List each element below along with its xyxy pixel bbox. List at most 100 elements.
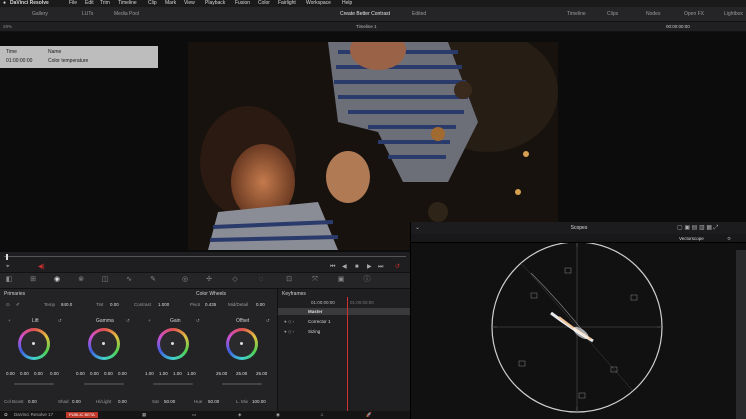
menu-app[interactable]: DaVinci Resolve: [10, 0, 49, 7]
info-icon[interactable]: ⓘ: [362, 275, 372, 285]
gamma-r-value[interactable]: 0.00: [90, 371, 99, 376]
blur-icon[interactable]: ◌: [256, 275, 266, 285]
lift-b-value[interactable]: 0.00: [50, 371, 59, 376]
edit-page-icon[interactable]: ▭: [192, 411, 196, 419]
sizing-toggle-icon[interactable]: ● ◇ ›: [284, 329, 294, 335]
scrub-playhead[interactable]: [6, 254, 8, 260]
gain-master-slider[interactable]: [153, 383, 193, 385]
shad-field[interactable]: 0.00: [72, 399, 81, 404]
menu-view[interactable]: View: [184, 0, 195, 7]
lift-reset-icon[interactable]: ↺: [58, 318, 62, 324]
lift-wheel-handle[interactable]: [32, 342, 35, 345]
window-icon[interactable]: ◎: [180, 275, 190, 285]
menu-help[interactable]: Help: [342, 0, 352, 7]
zoom-level[interactable]: 28%: [3, 22, 12, 32]
viewer-frame[interactable]: [188, 42, 558, 250]
deliver-page-icon[interactable]: 🚀: [366, 411, 372, 419]
menu-fusion[interactable]: Fusion: [235, 0, 250, 7]
rgb-mixer-icon[interactable]: ⊗: [76, 275, 86, 285]
gain-r-value[interactable]: 1.00: [159, 371, 168, 376]
mode-selector[interactable]: Color Wheels: [196, 291, 226, 297]
fusion-page-icon[interactable]: ◈: [238, 411, 241, 419]
pointer-icon[interactable]: ⌖: [6, 262, 9, 273]
gamma-reset-icon[interactable]: ↺: [126, 318, 130, 324]
gamma-y-value[interactable]: 0.00: [76, 371, 85, 376]
reset-icon[interactable]: ⊙: [6, 302, 10, 308]
layout-icons[interactable]: ▢ ▣ ▤ ▥ ▦ ⤢: [677, 224, 718, 232]
timeline-selector[interactable]: Timeline 1: [356, 22, 377, 32]
sat-field[interactable]: 50.00: [164, 399, 175, 404]
offset-g-value[interactable]: 25.00: [236, 371, 247, 376]
lift-master-slider[interactable]: [14, 383, 54, 385]
gain-g-value[interactable]: 1.00: [173, 371, 182, 376]
luts-button[interactable]: LUTs: [82, 7, 93, 22]
corrector-toggle-icon[interactable]: ● ◇ ›: [284, 319, 294, 325]
camera-raw-icon[interactable]: ◧: [4, 275, 14, 285]
offset-b-value[interactable]: 25.00: [256, 371, 267, 376]
tint-field[interactable]: 0.00: [110, 302, 119, 307]
lift-g-value[interactable]: 0.00: [34, 371, 43, 376]
offset-wheel-handle[interactable]: [240, 342, 243, 345]
offset-reset-icon[interactable]: ↺: [266, 318, 270, 324]
gallery-button[interactable]: Gallery: [32, 7, 48, 22]
menu-trim[interactable]: Trim: [100, 0, 110, 7]
menu-playback[interactable]: Playback: [205, 0, 225, 7]
lift-r-value[interactable]: 0.00: [20, 371, 29, 376]
magic-mask-icon[interactable]: ◇: [230, 275, 240, 285]
sizing-icon[interactable]: ⤧: [310, 275, 320, 285]
color-wheels-icon[interactable]: ◉: [52, 275, 62, 285]
gain-y-value[interactable]: 1.00: [145, 371, 154, 376]
colboost-field[interactable]: 0.00: [28, 399, 37, 404]
scope-settings-icon[interactable]: ⚙: [727, 234, 731, 243]
gamma-wheel-handle[interactable]: [102, 342, 105, 345]
nodes-button[interactable]: Nodes: [646, 7, 660, 22]
color-page-icon[interactable]: ◉: [276, 411, 280, 419]
gain-reset-icon[interactable]: ↺: [196, 318, 200, 324]
menu-color[interactable]: Color: [258, 0, 270, 7]
curves-icon[interactable]: ∿: [124, 275, 134, 285]
motion-effects-icon[interactable]: ◫: [100, 275, 110, 285]
openfx-button[interactable]: Open FX: [684, 7, 704, 22]
reverse-icon[interactable]: ◀: [342, 262, 347, 273]
play-icon[interactable]: ▶: [367, 262, 372, 273]
lmix-field[interactable]: 100.00: [252, 399, 266, 404]
collapse-icon[interactable]: ⌄: [415, 224, 420, 231]
skip-forward-icon[interactable]: ⏭: [378, 262, 383, 273]
media-pool-button[interactable]: Media Pool: [114, 7, 139, 22]
gain-crosshair-icon[interactable]: +: [148, 318, 151, 323]
master-track[interactable]: [278, 308, 410, 315]
clips-button[interactable]: Clips: [607, 7, 618, 22]
temp-field[interactable]: 840.0: [61, 302, 72, 307]
audio-icon[interactable]: ◀): [38, 262, 45, 273]
lightbox-button[interactable]: Lightbox: [724, 7, 743, 22]
scrub-bar[interactable]: [0, 252, 410, 262]
keyframe-playhead[interactable]: [347, 297, 348, 411]
lift-crosshair-icon[interactable]: +: [8, 318, 11, 323]
gamma-b-value[interactable]: 0.00: [118, 371, 127, 376]
fairlight-page-icon[interactable]: ♫: [320, 411, 323, 419]
gain-b-value[interactable]: 1.00: [187, 371, 196, 376]
skip-back-icon[interactable]: ⏮: [330, 262, 335, 273]
menu-clip[interactable]: Clip: [148, 0, 157, 7]
hilight-field[interactable]: 0.00: [118, 399, 127, 404]
tracker-icon[interactable]: ✢: [204, 275, 214, 285]
picker-icon[interactable]: ✐: [16, 302, 20, 308]
key-icon[interactable]: ⊡: [284, 275, 294, 285]
menu-file[interactable]: File: [69, 0, 77, 7]
timeline-button[interactable]: Timeline: [567, 7, 586, 22]
scope-type-selector[interactable]: Vectorscope: [679, 234, 704, 243]
offset-r-value[interactable]: 25.00: [216, 371, 227, 376]
menu-workspace[interactable]: Workspace: [306, 0, 331, 7]
menu-timeline[interactable]: Timeline: [118, 0, 137, 7]
side-panel-edge[interactable]: [736, 250, 746, 419]
media-page-icon[interactable]: ▦: [142, 411, 146, 419]
lift-y-value[interactable]: 0.00: [6, 371, 15, 376]
gain-wheel-handle[interactable]: [171, 342, 174, 345]
apple-icon[interactable]: ●: [3, 0, 6, 7]
middetail-field[interactable]: 0.00: [256, 302, 265, 307]
gamma-g-value[interactable]: 0.00: [104, 371, 113, 376]
menu-mark[interactable]: Mark: [165, 0, 176, 7]
color-match-icon[interactable]: ⊞: [28, 275, 38, 285]
hue-field[interactable]: 50.00: [208, 399, 219, 404]
gamma-master-slider[interactable]: [84, 383, 124, 385]
